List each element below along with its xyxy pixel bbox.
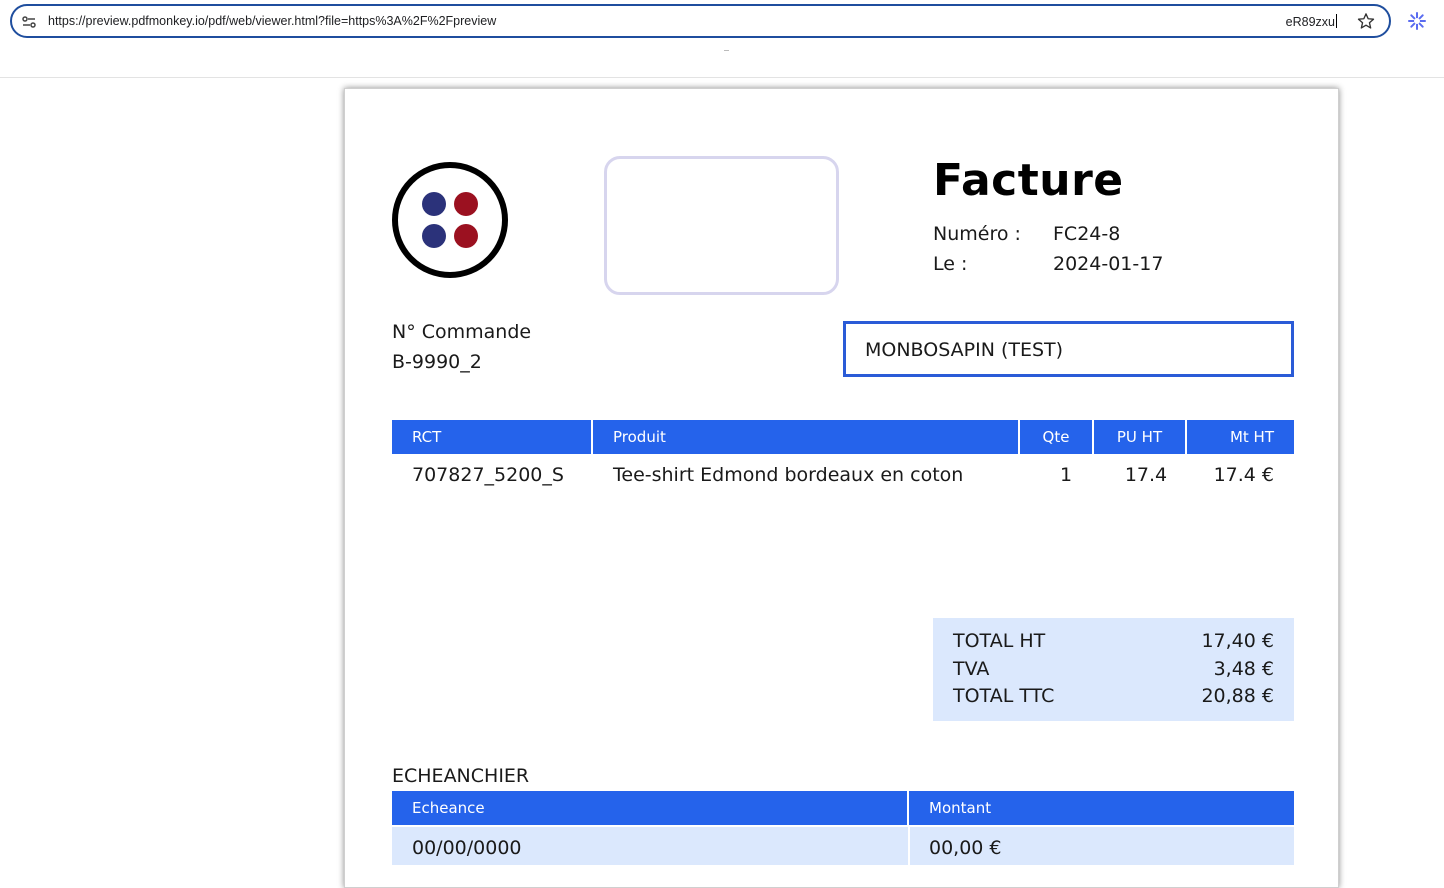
column-header-amount: Montant bbox=[929, 799, 992, 817]
number-label: Numéro : bbox=[933, 223, 1021, 245]
cell-amount: 17.4 € bbox=[1213, 464, 1274, 486]
column-header-product: Produit bbox=[593, 420, 1020, 454]
table-header: Echeance Montant bbox=[392, 791, 1294, 825]
divider bbox=[908, 827, 910, 867]
cell-rct: 707827_5200_S bbox=[412, 464, 564, 486]
client-box: MONBOSAPIN (TEST) bbox=[843, 321, 1294, 377]
site-info-icon[interactable] bbox=[21, 14, 37, 30]
column-header-qty: Qte bbox=[1020, 420, 1094, 454]
browser-toolbar: https://preview.pdfmonkey.io/pdf/web/vie… bbox=[0, 0, 1444, 78]
tva-value: 3,48 € bbox=[1213, 658, 1274, 680]
cell-unit-price: 17.4 bbox=[1124, 464, 1168, 486]
column-header-unit-price: PU HT bbox=[1094, 420, 1187, 454]
column-header-amount: Mt HT bbox=[1229, 428, 1274, 446]
column-header-due-date: Echeance bbox=[392, 791, 909, 825]
invoice-date: 2024-01-17 bbox=[1053, 253, 1164, 275]
cell-product: Tee-shirt Edmond bordeaux en coton bbox=[613, 464, 964, 486]
total-ht-label: TOTAL HT bbox=[953, 630, 1046, 652]
column-header-rct: RCT bbox=[392, 420, 593, 454]
totals-box: TOTAL HT 17,40 € TVA 3,48 € TOTAL TTC 20… bbox=[933, 618, 1294, 721]
image-placeholder bbox=[604, 156, 839, 295]
total-ttc-label: TOTAL TTC bbox=[953, 685, 1055, 707]
divider bbox=[724, 50, 729, 51]
invoice-title: Facture bbox=[933, 155, 1124, 206]
bookmark-star-icon[interactable] bbox=[1357, 12, 1375, 30]
cell-amount: 00,00 € bbox=[929, 837, 1002, 859]
company-logo bbox=[392, 162, 508, 278]
url-text[interactable]: https://preview.pdfmonkey.io/pdf/web/vie… bbox=[48, 14, 496, 28]
extension-icon[interactable] bbox=[1407, 11, 1427, 31]
table-header: RCT Produit Qte PU HT Mt HT bbox=[392, 420, 1294, 454]
items-table: RCT Produit Qte PU HT Mt HT 707827_5200_… bbox=[392, 420, 1294, 498]
order-number: B-9990_2 bbox=[392, 351, 482, 373]
client-name: MONBOSAPIN (TEST) bbox=[865, 339, 1064, 361]
invoice-number: FC24-8 bbox=[1053, 223, 1121, 245]
table-row: 00/00/0000 00,00 € bbox=[392, 825, 1294, 867]
cell-due-date: 00/00/0000 bbox=[412, 837, 522, 859]
total-ttc-value: 20,88 € bbox=[1201, 685, 1274, 707]
table-row: 707827_5200_S Tee-shirt Edmond bordeaux … bbox=[392, 454, 1294, 498]
tva-label: TVA bbox=[953, 658, 990, 680]
url-text-end[interactable]: eR89zxu bbox=[1286, 14, 1337, 29]
schedule-title: ECHEANCHIER bbox=[392, 765, 530, 787]
pdf-page: Facture Numéro : FC24-8 Le : 2024-01-17 … bbox=[344, 88, 1339, 888]
schedule-table: Echeance Montant 00/00/0000 00,00 € bbox=[392, 791, 1294, 867]
address-bar[interactable]: https://preview.pdfmonkey.io/pdf/web/vie… bbox=[10, 4, 1391, 38]
date-label: Le : bbox=[933, 253, 968, 275]
order-label: N° Commande bbox=[392, 321, 532, 343]
pdf-viewer[interactable]: Facture Numéro : FC24-8 Le : 2024-01-17 … bbox=[0, 79, 1444, 888]
total-ht-value: 17,40 € bbox=[1201, 630, 1274, 652]
